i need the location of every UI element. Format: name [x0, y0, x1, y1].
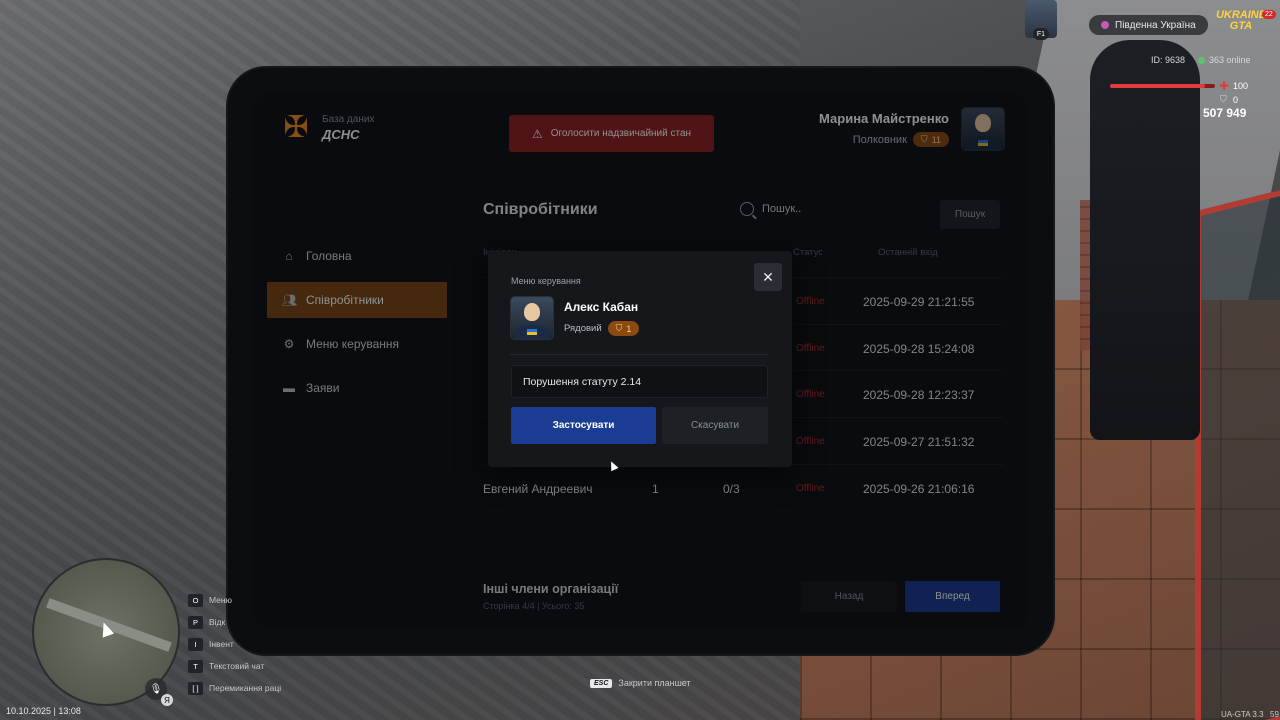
- key-label: Відк: [209, 617, 226, 627]
- fps-counter: 59: [1270, 710, 1279, 719]
- player-id: ID: 9638: [1151, 55, 1186, 65]
- key-hint: T Текстовий чат: [188, 655, 281, 677]
- divider: [510, 354, 769, 355]
- date-time: 10.10.2025 | 13:08: [6, 706, 81, 716]
- game-phone-booth: [1195, 188, 1280, 720]
- armor-value: 0: [1233, 95, 1239, 105]
- key: P: [188, 615, 203, 629]
- online-label: 363 online: [1209, 55, 1251, 65]
- version-label: UA-GTA 3.3: [1221, 710, 1264, 719]
- online-count: 363 online: [1198, 55, 1251, 65]
- key: O: [188, 593, 203, 607]
- key: T: [188, 659, 203, 673]
- key-label: Текстовий чат: [209, 661, 265, 671]
- voice-key: Я: [161, 694, 173, 706]
- key-hint: O Меню: [188, 589, 281, 611]
- key-hint: [ ] Перемикання раці: [188, 677, 281, 699]
- key-label: Меню: [209, 595, 232, 605]
- health-fill: [1110, 84, 1205, 88]
- close-tablet-label: Закрити планшет: [618, 678, 691, 688]
- employee-level-badge: ⛉ 1: [607, 321, 640, 336]
- employee-rank: Рядовий: [564, 323, 602, 334]
- f1-key: F1: [1033, 28, 1049, 40]
- control-menu-modal: Меню керування ✕ Алекс Кабан Рядовий ⛉ 1…: [488, 251, 792, 467]
- server-badge: Південна Україна: [1089, 15, 1208, 35]
- key-hint: I Інвент: [188, 633, 281, 655]
- employee-level: 1: [626, 323, 632, 334]
- key: [ ]: [188, 681, 203, 695]
- modal-title: Меню керування: [511, 276, 581, 286]
- health-icon: ✚: [1219, 79, 1230, 93]
- cancel-button[interactable]: Скасувати: [662, 407, 768, 444]
- health-value: 100: [1233, 81, 1249, 91]
- key-label: Інвент: [209, 639, 234, 649]
- reason-input[interactable]: [511, 365, 768, 398]
- close-icon[interactable]: ✕: [754, 263, 782, 291]
- online-icon: [1198, 56, 1205, 64]
- money-amount: 507 949: [1203, 106, 1247, 120]
- close-tablet-hint: ESC Закрити планшет: [590, 678, 691, 688]
- armor-icon: ⛉: [1220, 94, 1227, 104]
- key-hint: P Відк: [188, 611, 281, 633]
- apply-button[interactable]: Застосувати: [511, 407, 656, 444]
- esc-key: ESC: [590, 678, 613, 688]
- server-icon: [1101, 21, 1109, 29]
- logo-badge: 22: [1262, 10, 1276, 19]
- employee-avatar: [510, 296, 554, 340]
- health-bar: [1110, 84, 1215, 88]
- server-name: Південна Україна: [1115, 19, 1196, 31]
- key-hints: O Меню P Відк I Інвент T Текстовий чат [ ] Пе…: [188, 589, 281, 699]
- key: I: [188, 637, 203, 651]
- game-character: [1090, 40, 1200, 440]
- shield-icon: ⛉: [615, 323, 623, 333]
- employee-name: Алекс Кабан: [564, 300, 639, 314]
- key-label: Перемикання раці: [209, 683, 282, 693]
- employee-rank-row: Рядовий ⛉ 1: [564, 321, 640, 336]
